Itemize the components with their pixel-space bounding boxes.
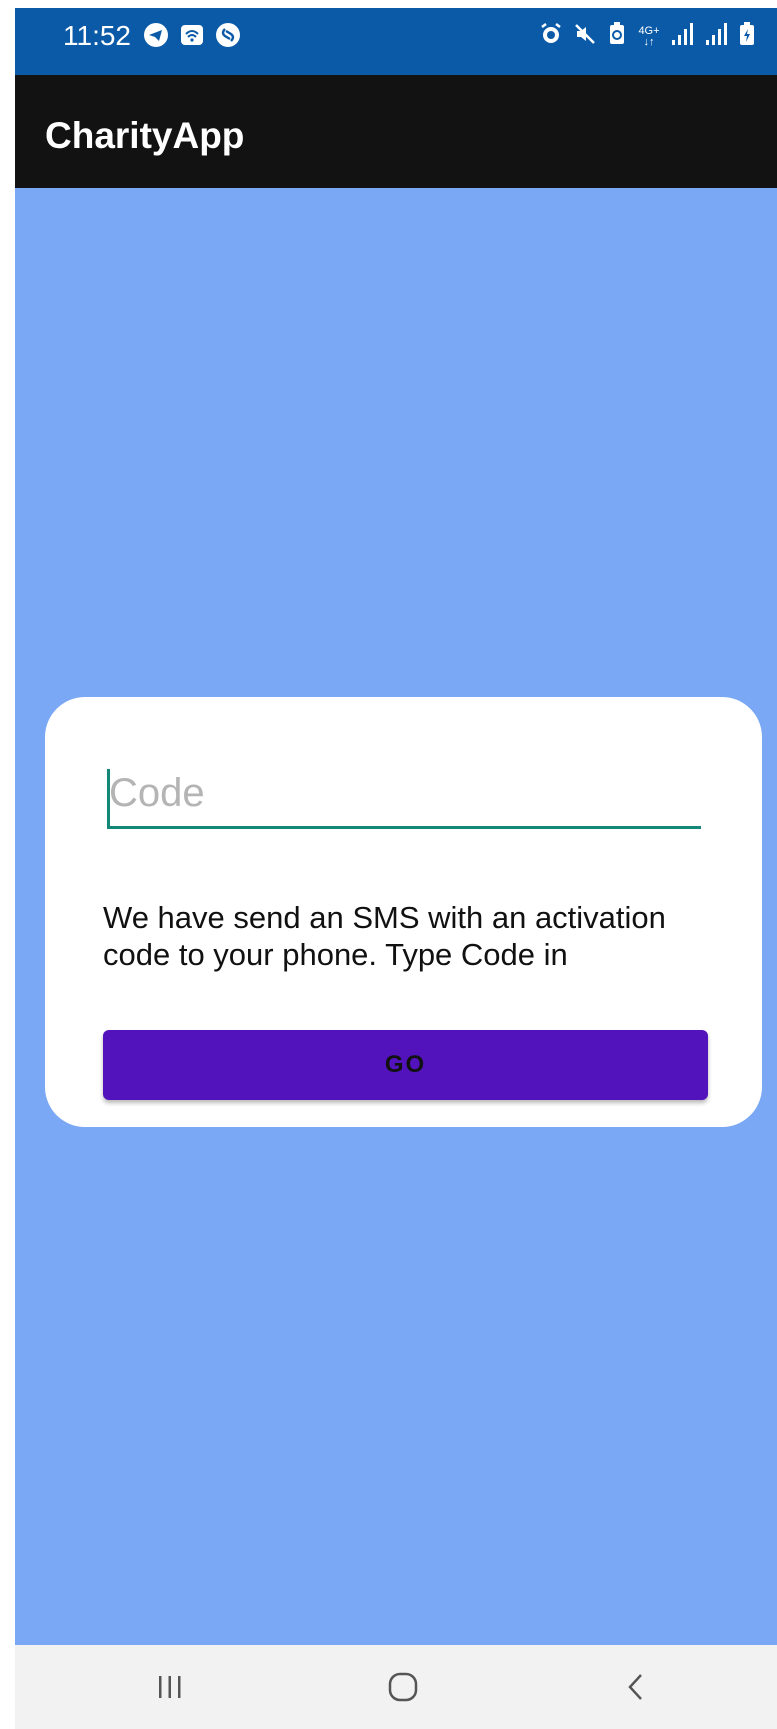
alarm-icon bbox=[539, 22, 563, 51]
go-button[interactable]: GO bbox=[103, 1030, 708, 1100]
battery-saver-icon bbox=[607, 22, 627, 51]
phone-screen: 11:52 4G+ ↓↑ CharityApp Code We have sen… bbox=[15, 8, 777, 1729]
network-label: 4G+ bbox=[638, 24, 660, 37]
4g-signal-icon: 4G+ ↓↑ bbox=[638, 24, 660, 48]
text-cursor bbox=[107, 769, 110, 827]
back-icon bbox=[628, 1674, 642, 1700]
activation-info-text: We have send an SMS with an activation c… bbox=[103, 900, 666, 972]
status-left-icons bbox=[143, 22, 241, 53]
code-input[interactable] bbox=[107, 767, 701, 829]
recent-apps-icon bbox=[159, 1676, 181, 1698]
shazam-icon bbox=[215, 22, 241, 53]
mute-icon bbox=[573, 22, 597, 51]
navigation-bar bbox=[15, 1645, 777, 1729]
status-time: 11:52 bbox=[63, 20, 131, 51]
app-bar: CharityApp bbox=[15, 75, 777, 188]
home-button[interactable] bbox=[373, 1661, 433, 1713]
home-icon bbox=[388, 1672, 418, 1702]
recent-apps-button[interactable] bbox=[140, 1661, 200, 1713]
signal-icon bbox=[671, 23, 695, 50]
signal-icon bbox=[705, 23, 729, 50]
status-bar: 11:52 4G+ ↓↑ bbox=[15, 8, 777, 75]
telegram-icon bbox=[143, 22, 169, 53]
activation-card: We have send an SMS with an activation c… bbox=[45, 697, 762, 1127]
cast-icon bbox=[179, 22, 205, 53]
app-title: CharityApp bbox=[45, 115, 245, 156]
status-right-icons: 4G+ ↓↑ bbox=[539, 22, 755, 51]
back-button[interactable] bbox=[606, 1661, 666, 1713]
battery-icon bbox=[739, 22, 755, 51]
